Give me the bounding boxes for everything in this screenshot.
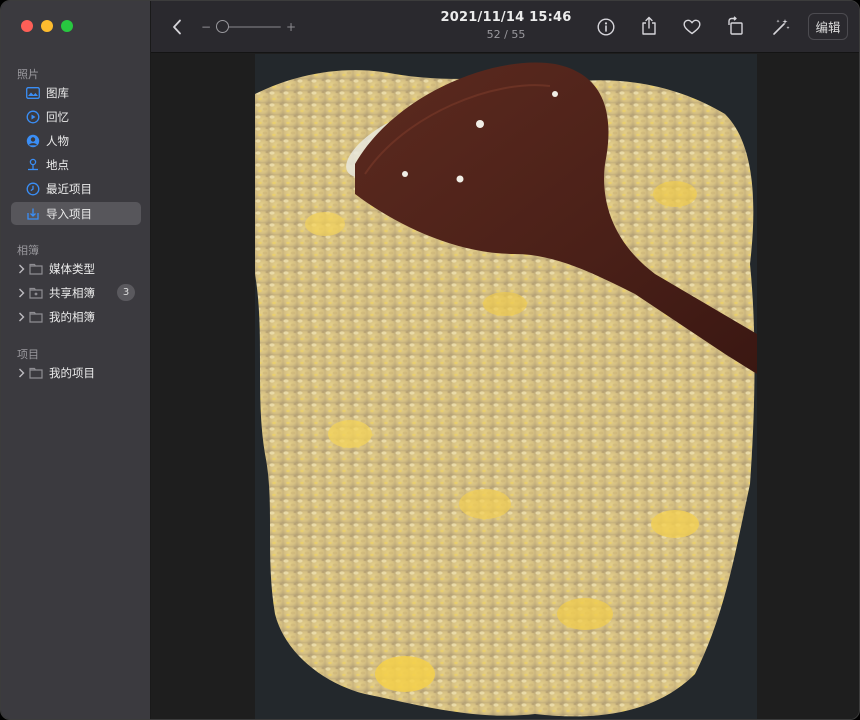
sidebar-item-recents[interactable]: 最近项目 (11, 177, 141, 200)
sidebar-item-places[interactable]: 地点 (11, 153, 141, 176)
sidebar-item-people[interactable]: 人物 (11, 129, 141, 152)
sidebar-item-label: 我的相簿 (49, 309, 95, 324)
window-controls (21, 20, 73, 32)
sidebar-item-imports[interactable]: 导入项目 (11, 202, 141, 225)
photo-title-block: 2021/11/14 15:46 52 / 55 (391, 10, 621, 41)
edit-button[interactable]: 编辑 (808, 13, 848, 40)
zoom-slider[interactable]: − + (201, 19, 297, 35)
sidebar-item-label: 地点 (46, 157, 69, 172)
import-icon (26, 207, 40, 221)
shared-folder-icon (29, 286, 43, 300)
minimize-window-button[interactable] (41, 20, 53, 32)
sidebar-item-label: 我的项目 (49, 365, 95, 380)
chevron-right-icon[interactable] (15, 368, 27, 378)
back-chevron-icon[interactable] (167, 16, 187, 38)
zoom-slider-knob[interactable] (216, 20, 229, 33)
count-badge: 3 (117, 284, 135, 301)
sidebar-item-label: 图库 (46, 85, 69, 100)
photo-viewer (151, 54, 859, 719)
share-icon[interactable] (638, 14, 660, 38)
section-title-photos: 照片 (17, 68, 39, 81)
close-window-button[interactable] (21, 20, 33, 32)
photos-window: 照片 图库 回忆 人物 地点 最近项目 导入项目 相簿 媒体类型 共享相簿 3 … (0, 0, 860, 720)
sidebar-item-label: 最近项目 (46, 181, 92, 196)
zoom-in-label: + (286, 20, 297, 34)
section-title-projects: 项目 (17, 348, 39, 361)
info-icon[interactable] (595, 16, 617, 38)
section-title-albums: 相簿 (17, 244, 39, 257)
sidebar-item-media-types[interactable]: 媒体类型 (11, 257, 141, 280)
recents-icon (26, 182, 40, 196)
sidebar-item-my-projects[interactable]: 我的项目 (11, 361, 141, 384)
photo-library-icon (26, 86, 40, 100)
chevron-right-icon[interactable] (15, 264, 27, 274)
sidebar-item-label: 导入项目 (46, 206, 92, 221)
sidebar-item-label: 共享相簿 (49, 285, 95, 300)
sidebar-item-shared-albums[interactable]: 共享相簿 3 (11, 281, 141, 304)
magic-wand-icon[interactable] (769, 15, 793, 39)
zoom-out-label: − (201, 20, 212, 34)
folder-icon (29, 366, 43, 380)
photo-image[interactable] (255, 54, 757, 719)
sidebar-item-label: 媒体类型 (49, 261, 95, 276)
folder-icon (29, 310, 43, 324)
zoom-window-button[interactable] (61, 20, 73, 32)
sidebar-item-library[interactable]: 图库 (11, 81, 141, 104)
photo-counter: 52 / 55 (486, 28, 526, 41)
toolbar: − + 2021/11/14 15:46 52 / 55 编辑 (151, 1, 859, 53)
folder-icon (29, 262, 43, 276)
sidebar-item-my-albums[interactable]: 我的相簿 (11, 305, 141, 328)
sidebar-item-memories[interactable]: 回忆 (11, 105, 141, 128)
sidebar: 照片 图库 回忆 人物 地点 最近项目 导入项目 相簿 媒体类型 共享相簿 3 … (1, 1, 151, 719)
heart-icon[interactable] (681, 16, 703, 38)
fried-rice-photo (255, 54, 757, 719)
places-icon (26, 158, 40, 172)
people-icon (26, 134, 40, 148)
chevron-right-icon[interactable] (15, 288, 27, 298)
sidebar-item-label: 人物 (46, 133, 69, 148)
photo-date-title: 2021/11/14 15:46 (440, 10, 572, 25)
memories-icon (26, 110, 40, 124)
chevron-right-icon[interactable] (15, 312, 27, 322)
rotate-icon[interactable] (725, 14, 747, 38)
sidebar-item-label: 回忆 (46, 109, 69, 124)
